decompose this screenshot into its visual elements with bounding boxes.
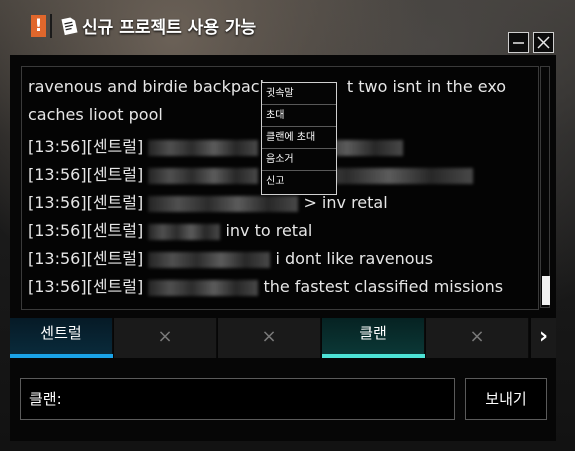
- chat-message: caches lioot pool: [28, 105, 163, 124]
- close-tab-icon[interactable]: ×: [469, 326, 484, 347]
- title-bar: ! 신규 프로젝트 사용 가능: [0, 0, 575, 53]
- tab-empty-slot[interactable]: ×: [426, 318, 529, 358]
- send-button[interactable]: 보내기: [465, 378, 547, 420]
- chat-scrollbar-track[interactable]: [540, 66, 550, 308]
- tab-central-indicator: [10, 354, 113, 358]
- tab-clan-label: 클랜: [359, 324, 387, 342]
- minimize-icon: [513, 42, 524, 44]
- close-icon: [537, 36, 550, 49]
- channel-tabs: 센트럴 × × 클랜 ×: [10, 318, 530, 358]
- tab-clan[interactable]: 클랜: [322, 318, 425, 358]
- redacted-username[interactable]: [148, 139, 259, 156]
- chat-channel[interactable]: [센트럴]: [87, 193, 144, 212]
- chat-message: ravenous and birdie backpack: [28, 77, 269, 96]
- chat-timestamp: [13:56]: [28, 165, 87, 184]
- minimize-button[interactable]: [508, 32, 529, 53]
- menu-item-mute[interactable]: 음소거: [262, 149, 336, 171]
- tab-central[interactable]: 센트럴: [10, 318, 113, 358]
- document-icon: [61, 17, 78, 36]
- close-button[interactable]: [533, 32, 554, 53]
- chat-line: [13:56][센트럴] i dont like ravenous: [28, 245, 433, 269]
- chat-message: inv to retal: [225, 221, 313, 240]
- chat-channel[interactable]: [센트럴]: [87, 137, 144, 156]
- redacted-username[interactable]: [148, 223, 221, 240]
- title-separator: [50, 14, 52, 38]
- chat-line: [13:56][센트럴] the fastest classified miss…: [28, 273, 503, 297]
- close-tab-icon[interactable]: ×: [261, 326, 276, 347]
- chat-scrollbar-thumb[interactable]: [542, 276, 550, 305]
- menu-item-whisper[interactable]: 귓속말: [262, 83, 336, 105]
- chat-timestamp: [13:56]: [28, 277, 87, 296]
- chat-channel[interactable]: [센트럴]: [87, 249, 144, 268]
- chat-timestamp: [13:56]: [28, 249, 87, 268]
- tab-central-label: 센트럴: [40, 324, 82, 342]
- chat-line: [13:56][센트럴]: [28, 133, 404, 157]
- redacted-username[interactable]: [148, 251, 271, 268]
- chat-line: [13:56][센트럴]: [28, 161, 474, 185]
- window-title: 신규 프로젝트 사용 가능: [82, 18, 257, 38]
- tab-empty-slot[interactable]: ×: [114, 318, 217, 358]
- chat-line: [13:56][센트럴] inv to retal: [28, 217, 312, 241]
- tab-clan-indicator: [322, 354, 425, 358]
- menu-item-clan-invite[interactable]: 클랜에 초대: [262, 127, 336, 149]
- redacted-username[interactable]: [148, 195, 299, 212]
- tab-empty-slot[interactable]: ×: [218, 318, 321, 358]
- menu-item-report[interactable]: 신고: [262, 171, 336, 193]
- chat-line: caches lioot pool: [28, 105, 163, 124]
- chat-channel[interactable]: [센트럴]: [87, 277, 144, 296]
- chat-input[interactable]: 클랜:: [20, 378, 455, 420]
- chat-message: > inv retal: [303, 193, 388, 212]
- chat-message-tail: t two isnt in the exo: [346, 77, 507, 96]
- chat-timestamp: [13:56]: [28, 221, 87, 240]
- chat-message: i dont like ravenous: [275, 249, 434, 268]
- menu-item-invite[interactable]: 초대: [262, 105, 336, 127]
- chat-message: the fastest classified missions: [263, 277, 504, 296]
- chat-timestamp: [13:56]: [28, 137, 87, 156]
- redacted-username[interactable]: [148, 279, 259, 296]
- chevron-right-icon[interactable]: ›: [531, 318, 556, 358]
- redacted-username[interactable]: [148, 167, 259, 184]
- alert-icon: !: [31, 15, 46, 37]
- close-tab-icon[interactable]: ×: [157, 326, 172, 347]
- chat-channel[interactable]: [센트럴]: [87, 221, 144, 240]
- chat-timestamp: [13:56]: [28, 193, 87, 212]
- chat-channel[interactable]: [센트럴]: [87, 165, 144, 184]
- player-context-menu: 귓속말 초대 클랜에 초대 음소거 신고: [261, 82, 337, 195]
